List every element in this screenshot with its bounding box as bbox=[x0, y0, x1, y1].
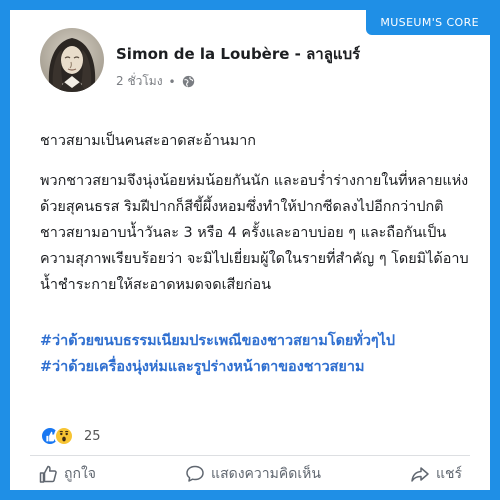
wow-icon bbox=[54, 426, 74, 446]
post-card: MUSEUM'S CORE Simon de la Loubère - ลาลู… bbox=[10, 10, 490, 490]
hashtag-link[interactable]: #ว่าด้วยเครื่องนุ่งห่มและรูปร่างหน้าตาขอ… bbox=[40, 354, 470, 380]
hashtag-link[interactable]: #ว่าด้วยขนบธรรมเนียมประเพณีของชาวสยามโดย… bbox=[40, 328, 470, 354]
brand-tag: MUSEUM'S CORE bbox=[366, 10, 490, 35]
comment-label: แสดงความคิดเห็น bbox=[211, 466, 321, 482]
divider bbox=[30, 455, 470, 456]
globe-icon[interactable] bbox=[182, 75, 195, 88]
post-meta: 2 ชั่วโมง • bbox=[116, 72, 195, 91]
avatar[interactable] bbox=[40, 28, 104, 92]
meta-separator: • bbox=[168, 74, 176, 89]
comment-button[interactable]: แสดงความคิดเห็น bbox=[185, 463, 321, 485]
action-bar: ถูกใจ แสดงความคิดเห็น แชร์ bbox=[30, 458, 470, 490]
reaction-summary[interactable]: 25 bbox=[40, 426, 101, 446]
post-text: ชาวสยามเป็นคนสะอาดสะอ้านมาก พวกชาวสยามจึ… bbox=[40, 128, 470, 304]
portrait-image bbox=[40, 28, 104, 92]
share-label: แชร์ bbox=[435, 466, 462, 482]
like-label: ถูกใจ bbox=[64, 466, 96, 482]
share-icon bbox=[411, 467, 429, 482]
post-heading: ชาวสยามเป็นคนสะอาดสะอ้านมาก bbox=[40, 133, 256, 149]
share-button[interactable]: แชร์ bbox=[410, 463, 462, 485]
author-name[interactable]: Simon de la Loubère - ลาลูแบร์ bbox=[116, 42, 360, 66]
hashtag-list: #ว่าด้วยขนบธรรมเนียมประเพณีของชาวสยามโดย… bbox=[40, 328, 470, 380]
thumbs-up-icon bbox=[39, 465, 57, 483]
post-time[interactable]: 2 ชั่วโมง bbox=[116, 72, 163, 91]
reaction-count[interactable]: 25 bbox=[84, 429, 101, 444]
comment-icon bbox=[186, 465, 204, 482]
like-button[interactable]: ถูกใจ bbox=[38, 463, 96, 485]
post-body: พวกชาวสยามจึงนุ่งน้อยห่มน้อยกันนัก และอบ… bbox=[40, 173, 469, 293]
